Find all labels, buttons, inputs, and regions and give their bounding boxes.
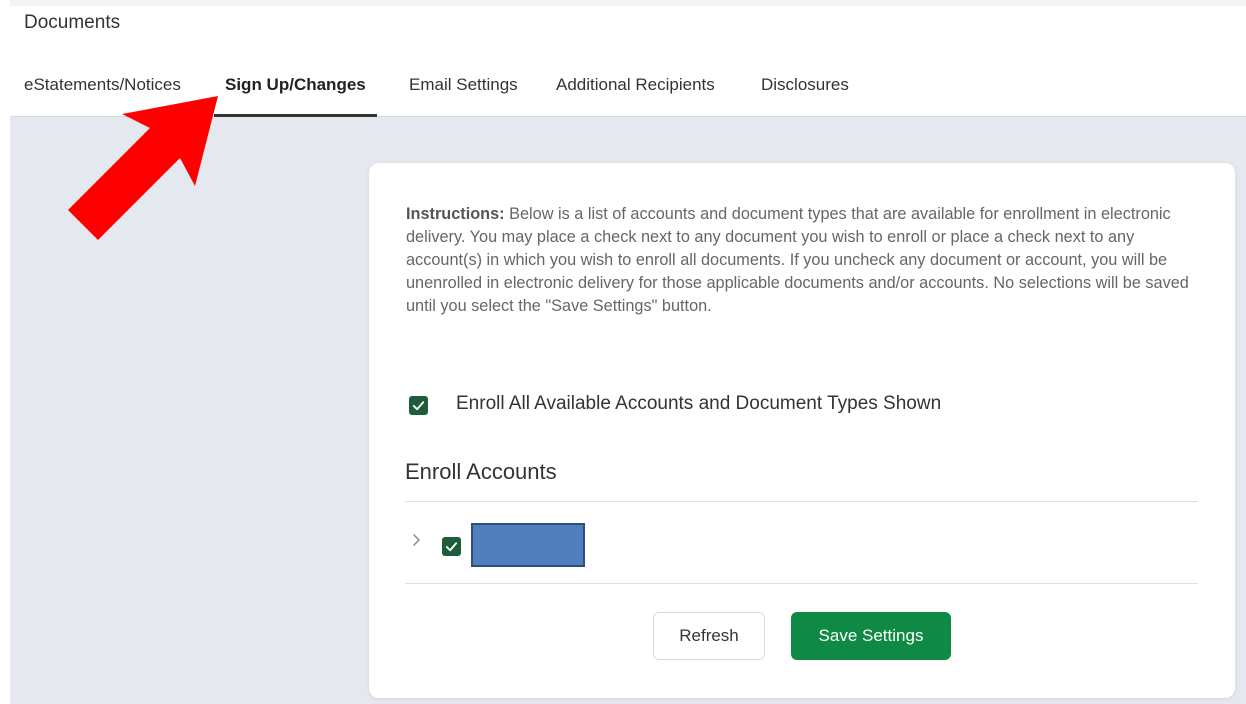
page-title: Documents: [24, 12, 121, 33]
instructions-lead: Instructions:: [406, 205, 505, 223]
enrollment-card: Instructions: Below is a list of account…: [369, 163, 1235, 698]
instructions-body: Below is a list of accounts and document…: [406, 205, 1189, 315]
account-checkbox[interactable]: [442, 537, 461, 556]
top-strip: [10, 0, 1246, 6]
checkmark-icon: [412, 401, 425, 411]
save-settings-button[interactable]: Save Settings: [791, 612, 951, 660]
refresh-button[interactable]: Refresh: [653, 612, 765, 660]
checkmark-icon: [445, 542, 458, 552]
tab-disclosures[interactable]: Disclosures: [750, 64, 860, 116]
enroll-all-checkbox[interactable]: [409, 396, 428, 415]
account-row: [405, 523, 1198, 581]
red-arrow-annotation: [68, 96, 218, 240]
chevron-right-icon[interactable]: [410, 531, 424, 549]
divider-bottom: [405, 583, 1198, 584]
tab-sign-up-changes[interactable]: Sign Up/Changes: [214, 64, 377, 117]
tab-email-settings[interactable]: Email Settings: [398, 64, 529, 116]
redacted-account-name: [471, 523, 585, 567]
divider-top: [405, 501, 1198, 502]
left-edge: [0, 0, 10, 704]
tab-additional-recipients[interactable]: Additional Recipients: [545, 64, 726, 116]
enroll-accounts-title: Enroll Accounts: [405, 459, 557, 484]
enroll-all-label: Enroll All Available Accounts and Docume…: [456, 393, 942, 414]
instructions-text: Instructions: Below is a list of account…: [406, 203, 1206, 318]
